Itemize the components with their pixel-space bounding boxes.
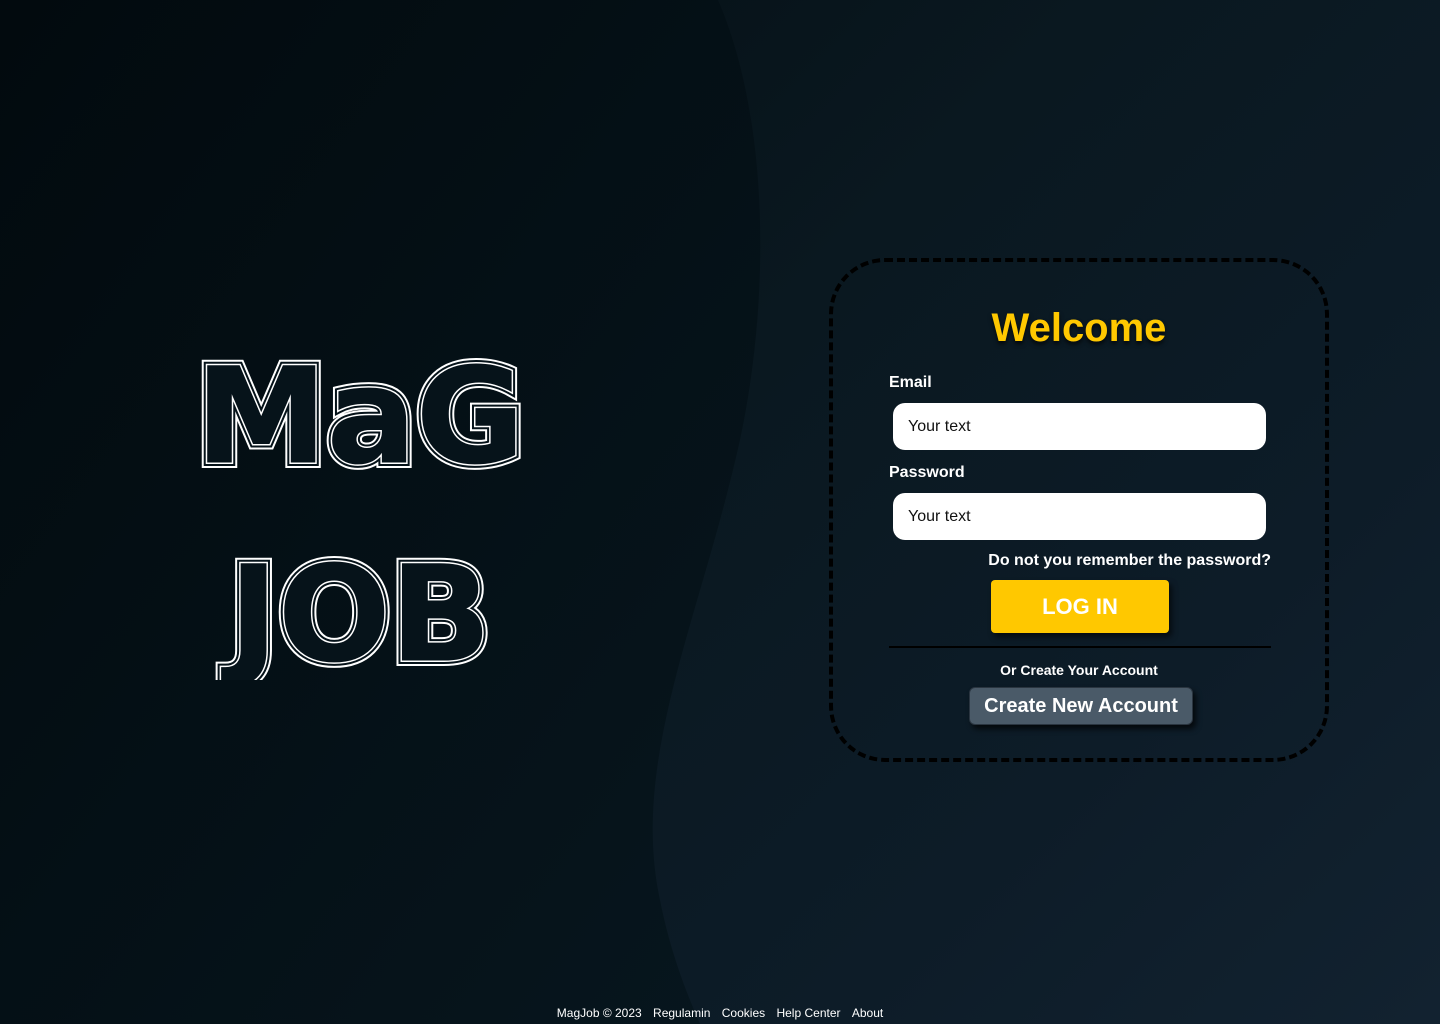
or-create-account-text: Or Create Your Account [1000,662,1158,678]
create-account-button[interactable]: Create New Account [969,687,1193,725]
footer: MagJob © 2023 Regulamin Cookies Help Cen… [0,1006,1440,1020]
logo-line-2-core: JOB [221,538,491,680]
footer-link-help-center[interactable]: Help Center [776,1006,840,1020]
logo-line-1-core: MaG [196,340,525,494]
footer-link-regulamin[interactable]: Regulamin [653,1006,710,1020]
password-field[interactable] [893,493,1266,540]
email-label: Email [889,374,932,391]
footer-copyright: MagJob © 2023 [556,1006,642,1020]
magjob-logo: MaG MaG MaG MaG JOB JOB JOB JOB [190,334,531,698]
divider [889,646,1271,648]
password-label: Password [889,464,965,481]
login-card: Welcome Email Password Do not you rememb… [829,258,1329,762]
welcome-title: Welcome [991,306,1167,350]
login-button[interactable]: LOG IN [991,580,1169,633]
footer-link-about[interactable]: About [852,1006,883,1020]
email-field[interactable] [893,403,1266,450]
footer-link-cookies[interactable]: Cookies [722,1006,765,1020]
forgot-password-link[interactable]: Do not you remember the password? [988,552,1271,570]
